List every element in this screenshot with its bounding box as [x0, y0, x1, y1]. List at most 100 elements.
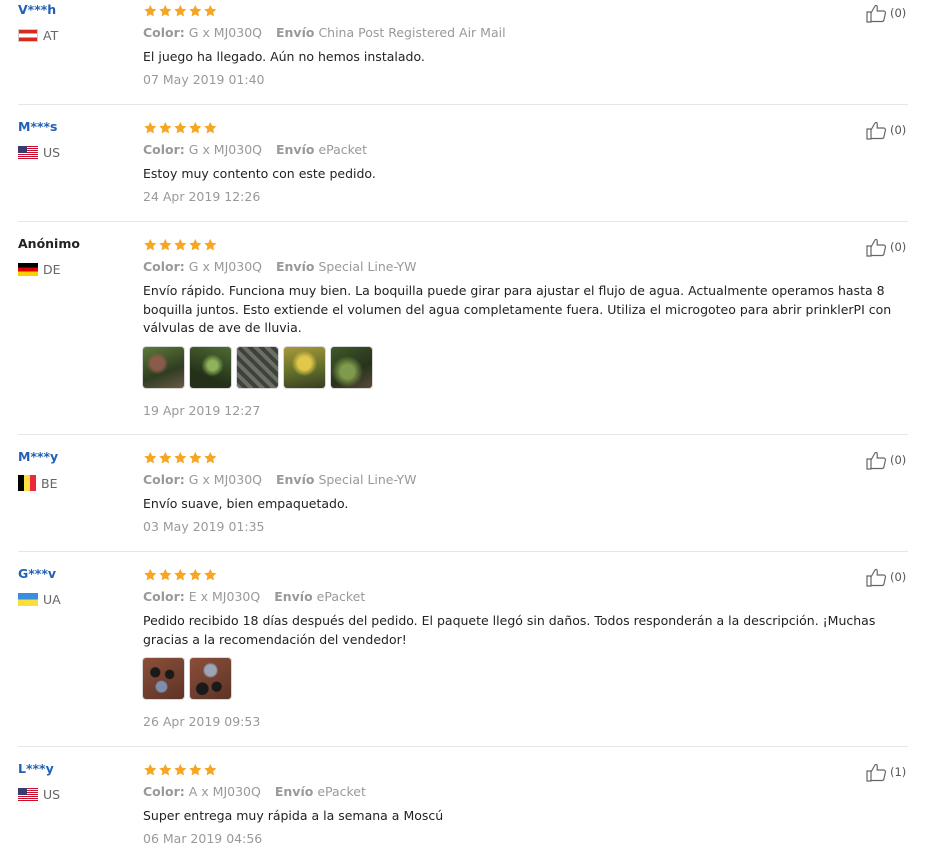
reviewer-country: DE: [18, 262, 61, 277]
review-date: 03 May 2019 01:35: [143, 519, 265, 534]
color-value: E x MJ030Q: [188, 589, 261, 604]
shipping-value: ePacket: [317, 784, 366, 799]
color-value: G x MJ030Q: [188, 259, 262, 274]
star-rating: [143, 450, 218, 464]
helpful-button[interactable]: (1): [866, 762, 906, 782]
review-attributes: Color: G x MJ030Q Envío China Post Regist…: [143, 25, 506, 40]
star-icon: [203, 120, 218, 134]
review-text: Envío rápido. Funciona muy bien. La boqu…: [143, 283, 892, 335]
shipping-label: Envío: [275, 25, 315, 40]
review-text: El juego ha llegado. Aún no hemos instal…: [143, 49, 425, 64]
star-icon: [188, 237, 203, 251]
flag-be-icon: [18, 475, 36, 491]
shipping-value: ePacket: [316, 589, 366, 604]
star-icon: [173, 3, 188, 17]
star-icon: [173, 120, 188, 134]
star-icon: [158, 567, 173, 581]
reviewer-name[interactable]: L***y: [18, 761, 54, 776]
review-photo[interactable]: [143, 347, 184, 388]
color-label: Color:: [143, 472, 185, 487]
star-rating: [143, 3, 218, 17]
helpful-count: (0): [890, 240, 907, 254]
review-photo[interactable]: [284, 347, 325, 388]
star-icon: [173, 762, 188, 776]
star-icon: [173, 237, 188, 251]
shipping-value: China Post Registered Air Mail: [318, 25, 506, 40]
country-code: AT: [43, 28, 59, 43]
star-icon: [188, 567, 203, 581]
thumbs-up-icon: [866, 237, 890, 257]
review-divider: [18, 104, 908, 105]
color-label: Color:: [143, 784, 185, 799]
color-label: Color:: [143, 589, 185, 604]
star-rating: [143, 762, 218, 776]
review-photos: [143, 347, 378, 388]
country-code: UA: [43, 592, 61, 607]
reviewer-name: Anónimo: [18, 236, 80, 251]
thumbs-up-icon: [866, 450, 890, 470]
review-photo[interactable]: [331, 347, 372, 388]
review-attributes: Color: G x MJ030Q Envío ePacket: [143, 142, 367, 157]
star-icon: [188, 3, 203, 17]
helpful-button[interactable]: (0): [866, 567, 906, 587]
reviewer-name[interactable]: M***s: [18, 119, 58, 134]
thumbs-up-icon: [866, 120, 890, 140]
star-icon: [203, 762, 218, 776]
thumbs-up-icon: [866, 3, 890, 23]
reviewer-name[interactable]: M***y: [18, 449, 58, 464]
review-divider: [18, 221, 908, 222]
reviewer-name[interactable]: G***v: [18, 566, 56, 581]
star-icon: [158, 237, 173, 251]
star-icon: [143, 3, 158, 17]
helpful-button[interactable]: (0): [866, 237, 906, 257]
review-list: V***h AT Color: G x MJ030Q Envío China Po…: [0, 0, 936, 858]
star-icon: [188, 762, 203, 776]
review-text: Envío suave, bien empaquetado.: [143, 496, 349, 511]
helpful-count: (0): [890, 570, 907, 584]
country-code: DE: [43, 262, 61, 277]
color-label: Color:: [143, 259, 185, 274]
star-icon: [158, 762, 173, 776]
star-icon: [188, 120, 203, 134]
review-photo[interactable]: [190, 658, 231, 699]
color-label: Color:: [143, 25, 185, 40]
review-attributes: Color: A x MJ030Q Envío ePacket: [143, 784, 366, 799]
star-icon: [143, 237, 158, 251]
shipping-value: ePacket: [318, 142, 368, 157]
star-icon: [173, 450, 188, 464]
star-icon: [143, 762, 158, 776]
review-date: 06 Mar 2019 04:56: [143, 831, 263, 846]
reviewer-country: US: [18, 145, 60, 160]
reviewer-country: UA: [18, 592, 61, 607]
review-photo[interactable]: [143, 658, 184, 699]
color-value: G x MJ030Q: [188, 142, 262, 157]
helpful-button[interactable]: (0): [866, 120, 906, 140]
country-code: BE: [41, 475, 58, 491]
review-divider: [18, 746, 908, 747]
star-icon: [173, 567, 188, 581]
review-photo[interactable]: [237, 347, 278, 388]
color-value: A x MJ030Q: [188, 784, 261, 799]
helpful-button[interactable]: (0): [866, 450, 906, 470]
review-date: 19 Apr 2019 12:27: [143, 403, 261, 418]
star-rating: [143, 120, 218, 134]
review-attributes: Color: E x MJ030Q Envío ePacket: [143, 589, 365, 604]
star-icon: [143, 450, 158, 464]
helpful-button[interactable]: (0): [866, 3, 906, 23]
review-photos: [143, 658, 237, 699]
review-date: 07 May 2019 01:40: [143, 72, 265, 87]
shipping-value: Special Line-YW: [318, 472, 417, 487]
flag-de-icon: [18, 263, 38, 276]
reviewer-country: US: [18, 787, 60, 802]
shipping-label: Envío: [275, 472, 315, 487]
star-icon: [158, 450, 173, 464]
flag-us-icon: [18, 788, 38, 801]
helpful-count: (1): [890, 765, 907, 779]
review-text: Estoy muy contento con este pedido.: [143, 166, 376, 181]
shipping-value: Special Line-YW: [318, 259, 417, 274]
review-photo[interactable]: [190, 347, 231, 388]
star-icon: [203, 3, 218, 17]
flag-ua-icon: [18, 593, 38, 606]
country-code: US: [43, 145, 61, 160]
reviewer-name[interactable]: V***h: [18, 2, 56, 17]
